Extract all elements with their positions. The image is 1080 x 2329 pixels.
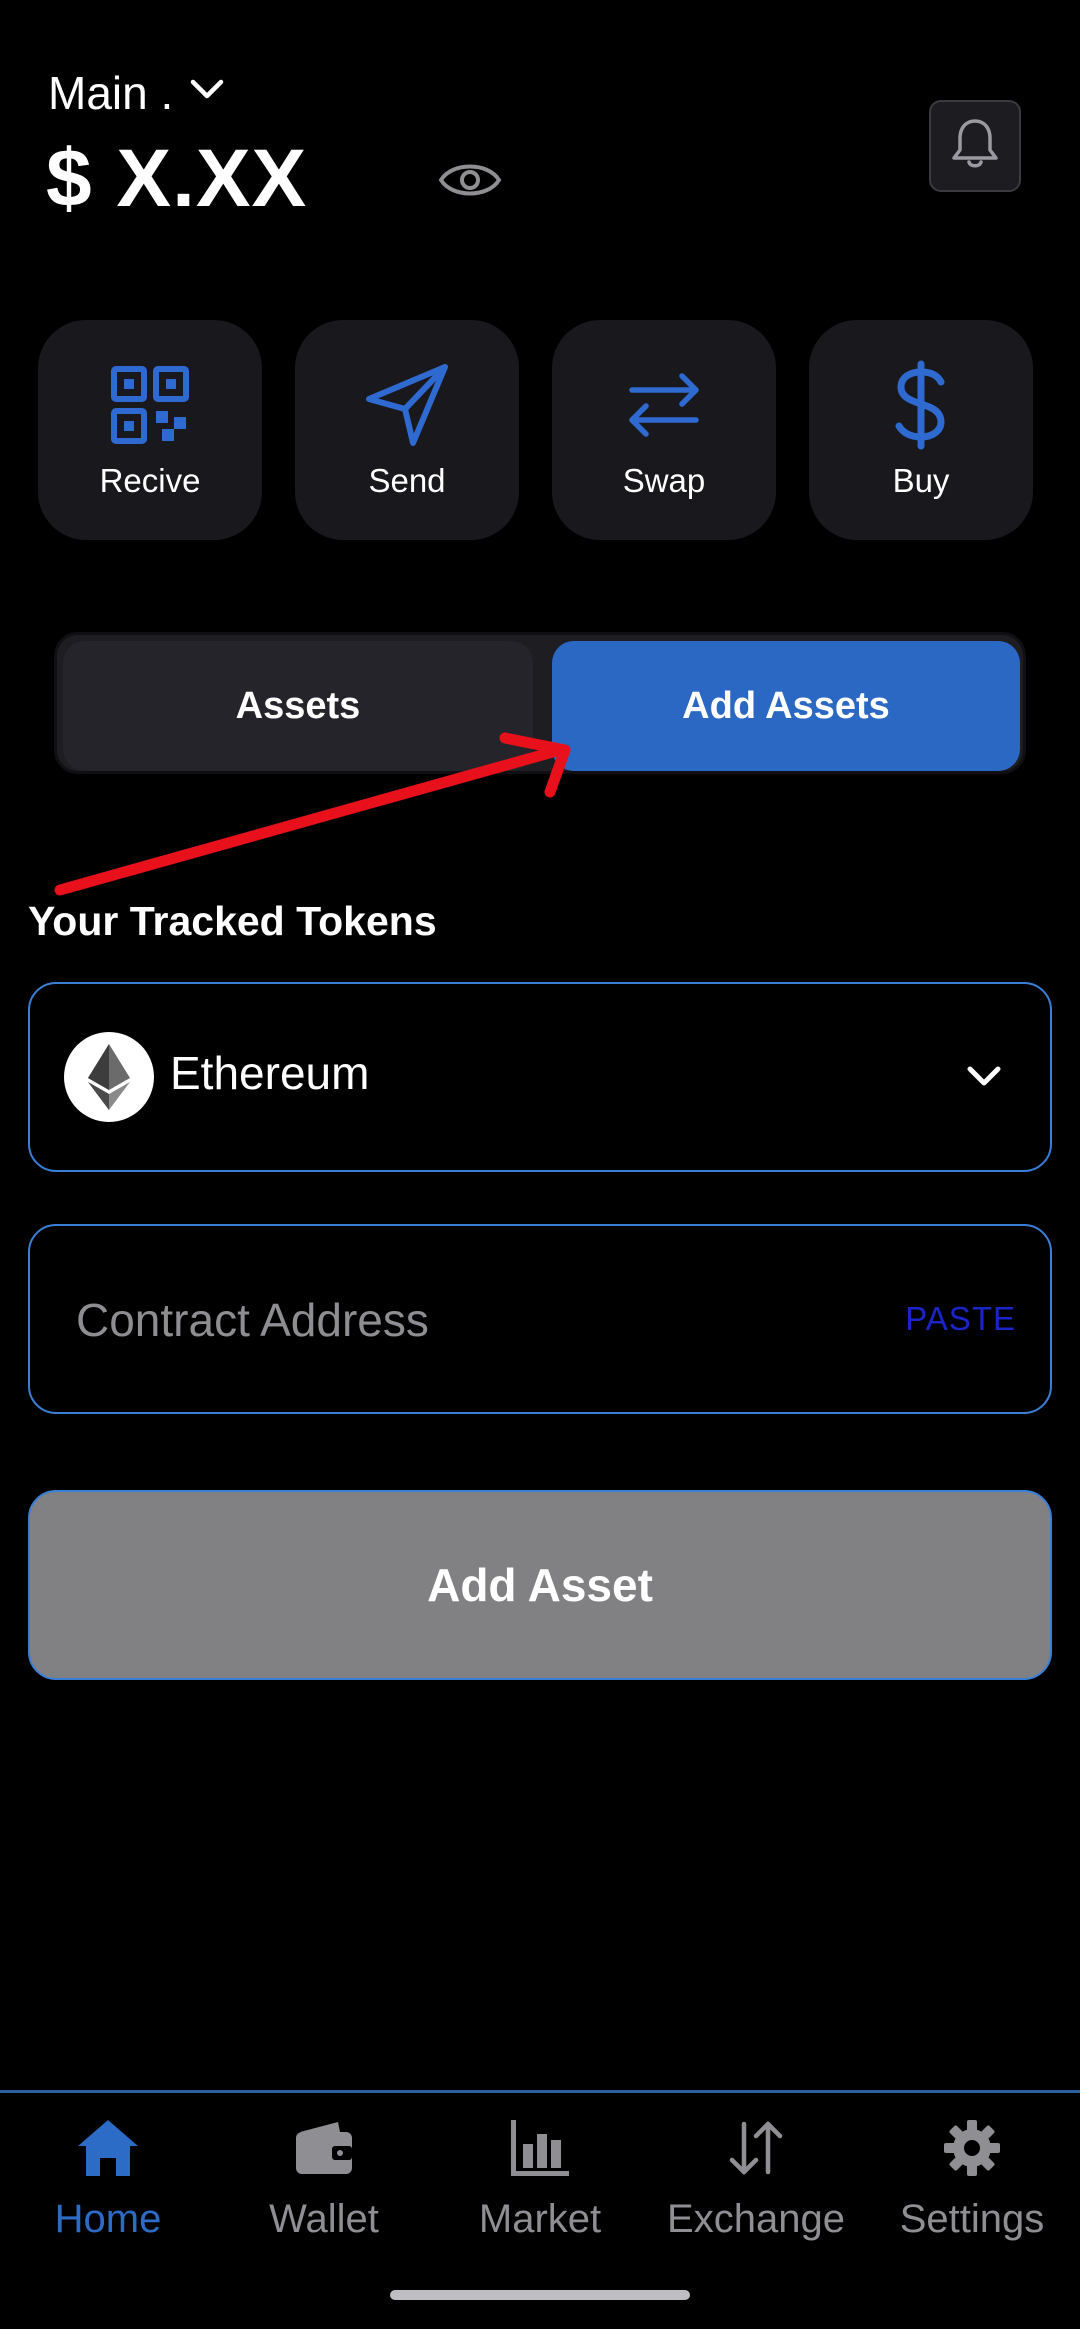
receive-button[interactable]: Recive — [38, 320, 262, 540]
qr-code-icon — [105, 360, 195, 450]
paste-button[interactable]: PASTE — [905, 1300, 1016, 1338]
token-name: Ethereum — [170, 1047, 370, 1099]
token-select[interactable]: Ethereum — [28, 982, 1052, 1172]
wallet-icon — [289, 2113, 359, 2183]
dollar-icon — [876, 360, 966, 450]
nav-wallet-label: Wallet — [269, 2197, 379, 2241]
home-icon — [73, 2113, 143, 2183]
market-icon — [505, 2113, 575, 2183]
send-label: Send — [368, 462, 446, 499]
add-asset-button[interactable]: Add Asset — [28, 1490, 1052, 1680]
nav-exchange[interactable]: Exchange — [648, 2113, 864, 2263]
buy-button[interactable]: Buy — [809, 320, 1033, 540]
send-button[interactable]: Send — [295, 320, 519, 540]
nav-home[interactable]: Home — [0, 2113, 216, 2263]
nav-market-label: Market — [478, 2197, 602, 2241]
nav-market[interactable]: Market — [432, 2113, 648, 2263]
swap-label: Swap — [622, 462, 706, 499]
notification-button[interactable] — [929, 100, 1021, 192]
bell-icon — [949, 116, 1001, 177]
nav-exchange-label: Exchange — [667, 2197, 845, 2241]
nav-settings-label: Settings — [899, 2197, 1045, 2241]
ethereum-icon — [64, 1032, 154, 1122]
tab-assets[interactable]: Assets — [63, 641, 533, 771]
nav-wallet[interactable]: Wallet — [216, 2113, 432, 2263]
exchange-icon — [721, 2113, 791, 2183]
home-indicator[interactable] — [390, 2290, 690, 2300]
eye-icon[interactable] — [436, 150, 504, 210]
nav-settings[interactable]: Settings — [864, 2113, 1080, 2263]
balance-amount: $ X.XX — [46, 133, 308, 224]
contract-address-input[interactable] — [74, 1276, 898, 1364]
buy-label: Buy — [892, 462, 950, 499]
tab-add-assets[interactable]: Add Assets — [552, 641, 1020, 771]
wallet-name: Main . — [48, 67, 174, 119]
wallet-selector[interactable]: Main . — [48, 66, 227, 120]
chevron-down-icon — [962, 1054, 1006, 1098]
chevron-down-icon — [187, 66, 227, 120]
swap-icon — [619, 360, 709, 450]
asset-tabs: Assets Add Assets — [54, 632, 1026, 774]
section-title: Your Tracked Tokens — [28, 898, 437, 944]
gear-icon — [937, 2113, 1007, 2183]
swap-button[interactable]: Swap — [552, 320, 776, 540]
nav-home-label: Home — [54, 2197, 162, 2241]
receive-label: Recive — [99, 462, 201, 499]
contract-address-field: PASTE — [28, 1224, 1052, 1414]
send-icon — [362, 360, 452, 450]
